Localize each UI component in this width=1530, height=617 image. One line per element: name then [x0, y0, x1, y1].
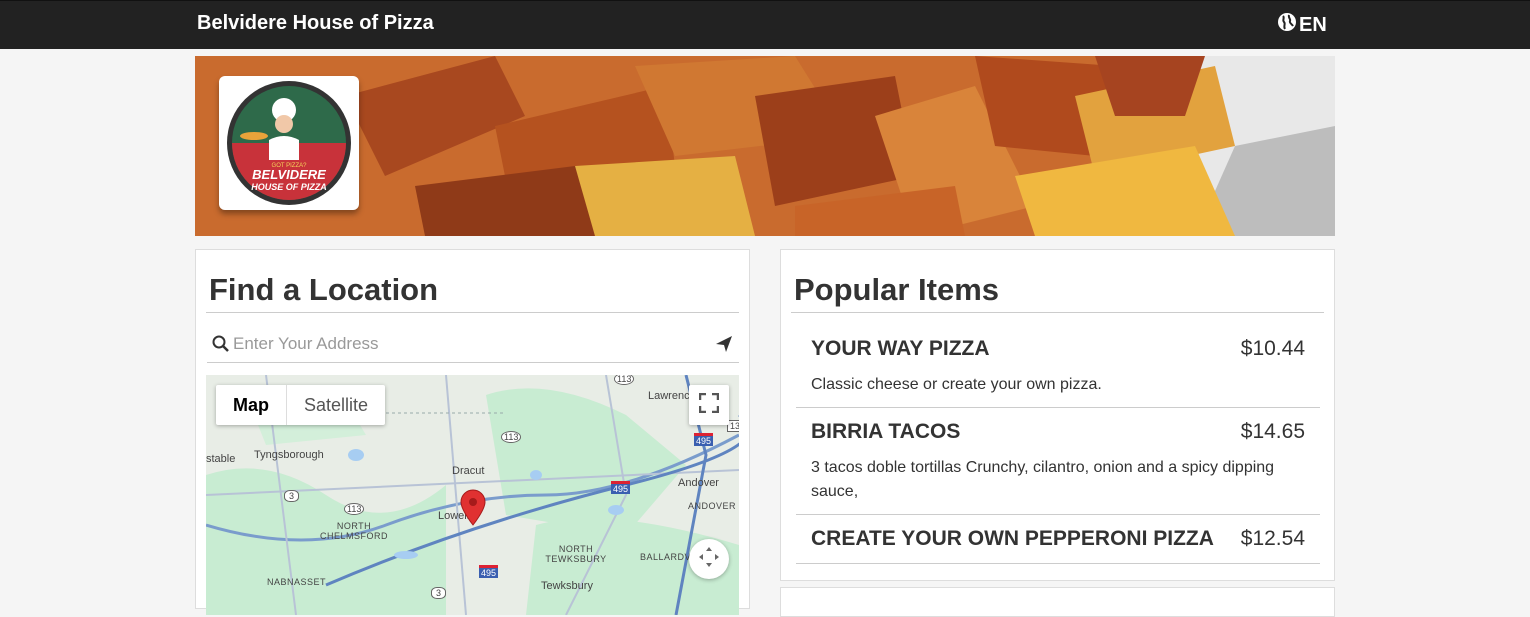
map-type-control: Map Satellite: [216, 385, 386, 425]
hero-banner: [195, 56, 1335, 236]
address-search: [207, 326, 739, 363]
menu-item[interactable]: BIRRIA TACOS $14.65 3 tacos doble tortil…: [796, 408, 1320, 515]
map-label-north-tewksbury: NORTH TEWKSBURY: [545, 544, 607, 564]
menu-item[interactable]: YOUR WAY PIZZA $10.44 Classic cheese or …: [796, 325, 1320, 408]
map-camera-control[interactable]: [689, 539, 729, 579]
top-navbar: Belvidere House of Pizza EN: [0, 0, 1530, 49]
divider: [206, 312, 739, 313]
map-label-nabnasset: NABNASSET: [267, 577, 327, 587]
menu-item-name: YOUR WAY PIZZA: [811, 337, 990, 360]
interstate-shield-495: 495: [479, 565, 499, 578]
menu-item-name: CREATE YOUR OWN PEPPERONI PIZZA: [811, 527, 1214, 550]
menu-item-description: Classic cheese or create your own pizza.: [811, 376, 1102, 393]
site-title[interactable]: Belvidere House of Pizza: [197, 12, 434, 35]
map-label-dracut: Dracut: [452, 465, 485, 477]
menu-item[interactable]: CREATE YOUR OWN PEPPERONI PIZZA $12.54: [796, 515, 1320, 564]
menu-item-name: BIRRIA TACOS: [811, 420, 961, 443]
map-label-lawrence: Lawrenc: [648, 390, 690, 402]
address-input[interactable]: [231, 330, 705, 358]
map-label-tewksbury: Tewksbury: [541, 580, 593, 592]
route-shield-3: 3: [284, 490, 300, 502]
fullscreen-button[interactable]: [689, 385, 729, 425]
svg-text:HOUSE OF PIZZA: HOUSE OF PIZZA: [251, 182, 327, 192]
satellite-tab[interactable]: Satellite: [287, 385, 385, 425]
menu-item-price: $12.54: [1240, 527, 1305, 550]
map-label-tyngsborough: Tyngsborough: [254, 449, 324, 461]
secondary-panel: [780, 587, 1335, 617]
fullscreen-icon: [698, 392, 720, 418]
menu-item-description: 3 tacos doble tortillas Crunchy, cilantr…: [811, 459, 1275, 500]
popular-items-panel: Popular Items YOUR WAY PIZZA $10.44 Clas…: [780, 249, 1335, 581]
map-label-ballardvale: BALLARDV: [640, 552, 692, 562]
route-shield-3: 3: [431, 587, 447, 599]
location-map[interactable]: Lawrenc stable Tyngsborough Dracut Andov…: [206, 375, 739, 615]
find-location-panel: Find a Location Enter Your Address Lawre…: [195, 249, 750, 615]
language-label: EN: [1299, 13, 1327, 36]
popular-items-list: YOUR WAY PIZZA $10.44 Classic cheese or …: [796, 325, 1320, 564]
popular-items-title: Popular Items: [794, 272, 999, 307]
interstate-shield-495: 495: [694, 433, 714, 446]
globe-icon: [1277, 12, 1297, 38]
find-location-title: Find a Location: [209, 272, 439, 307]
restaurant-logo[interactable]: GOT PIZZA? BELVIDERE HOUSE OF PIZZA: [219, 76, 359, 210]
hero-food-image: [195, 56, 1335, 236]
send-location-icon[interactable]: [715, 335, 733, 358]
map-label-andover: Andover: [678, 477, 719, 489]
language-selector[interactable]: EN: [1277, 12, 1327, 38]
map-label-andover-caps: ANDOVER: [688, 501, 737, 511]
search-icon: [212, 335, 230, 358]
map-label-stable: stable: [206, 453, 236, 465]
svg-text:BELVIDERE: BELVIDERE: [252, 167, 326, 182]
map-label-north-chelmsford: NORTH CHELMSFORD: [319, 521, 388, 541]
location-marker-icon[interactable]: [459, 488, 487, 531]
menu-item-price: $14.65: [1240, 420, 1305, 443]
divider: [791, 312, 1324, 313]
pan-arrows-icon: [697, 545, 721, 574]
interstate-shield-495: 495: [611, 481, 631, 494]
map-tab[interactable]: Map: [216, 385, 287, 425]
menu-item-price: $10.44: [1240, 337, 1305, 360]
